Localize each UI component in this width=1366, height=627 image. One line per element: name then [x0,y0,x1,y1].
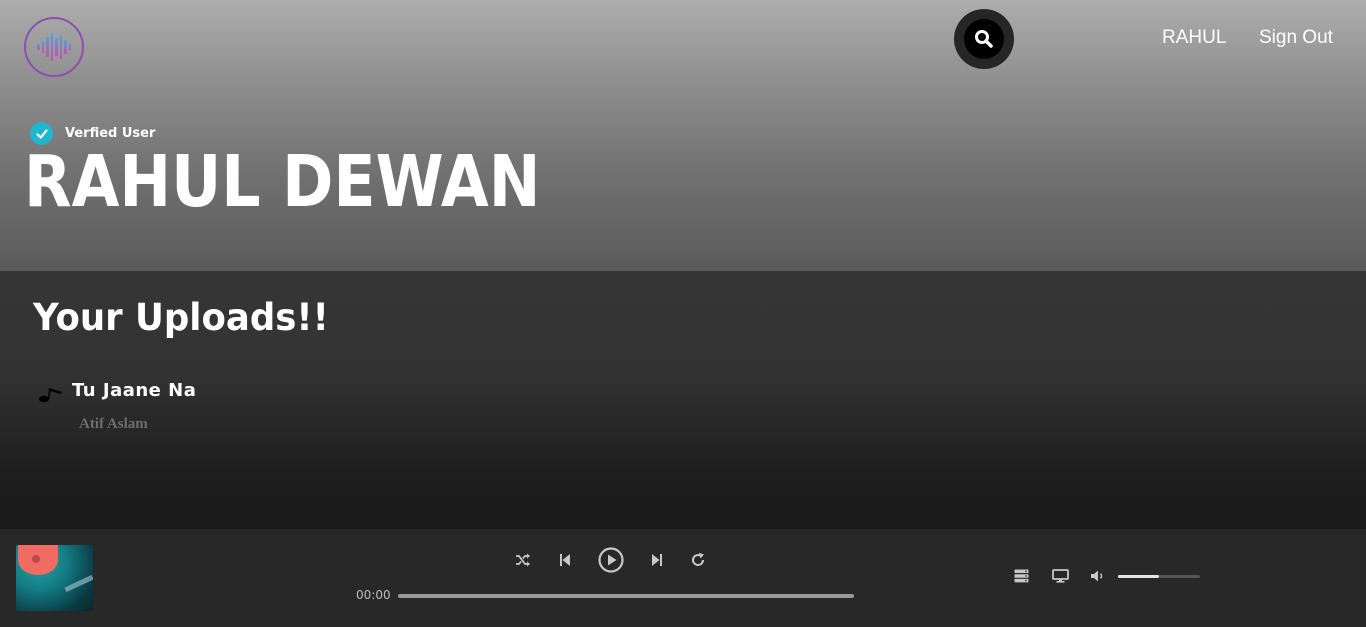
play-button[interactable] [596,545,626,575]
progress-bar[interactable] [398,594,854,598]
music-player-bar: 00:00 [0,529,1366,627]
queue-icon [1014,569,1028,583]
shuffle-button[interactable] [512,549,534,571]
uploads-title: Your Uploads!! [33,296,329,339]
music-note-icon [39,388,62,403]
previous-button[interactable] [554,549,576,571]
song-title[interactable]: Tu Jaane Na [72,380,196,401]
profile-name: RAHUL DEWAN [24,140,541,223]
current-time: 00:00 [356,588,391,602]
volume-icon [1091,570,1103,582]
previous-icon [560,554,570,566]
play-icon [598,547,624,573]
volume-slider[interactable] [1118,575,1200,578]
song-artist: Atif Aslam [79,416,148,432]
search-button[interactable] [954,9,1014,69]
sign-out-link[interactable]: Sign Out [1259,27,1333,49]
device-button[interactable] [1049,567,1071,585]
album-art [16,545,93,611]
app-logo[interactable] [24,17,84,77]
next-icon [652,554,662,566]
repeat-button[interactable] [687,549,709,571]
volume-level [1118,575,1159,578]
device-icon [1051,569,1069,583]
repeat-icon [692,552,705,566]
soundwave-icon [37,33,71,61]
shuffle-icon [516,553,530,567]
queue-button[interactable] [1010,567,1032,585]
volume-button[interactable] [1088,567,1108,585]
verified-label: Verfied User [65,126,156,141]
search-icon [975,30,993,48]
nav-username-link[interactable]: RAHUL [1162,27,1226,49]
profile-header: RAHUL Sign Out Verfied User RAHUL DEWAN [0,0,1366,271]
next-button[interactable] [646,549,668,571]
